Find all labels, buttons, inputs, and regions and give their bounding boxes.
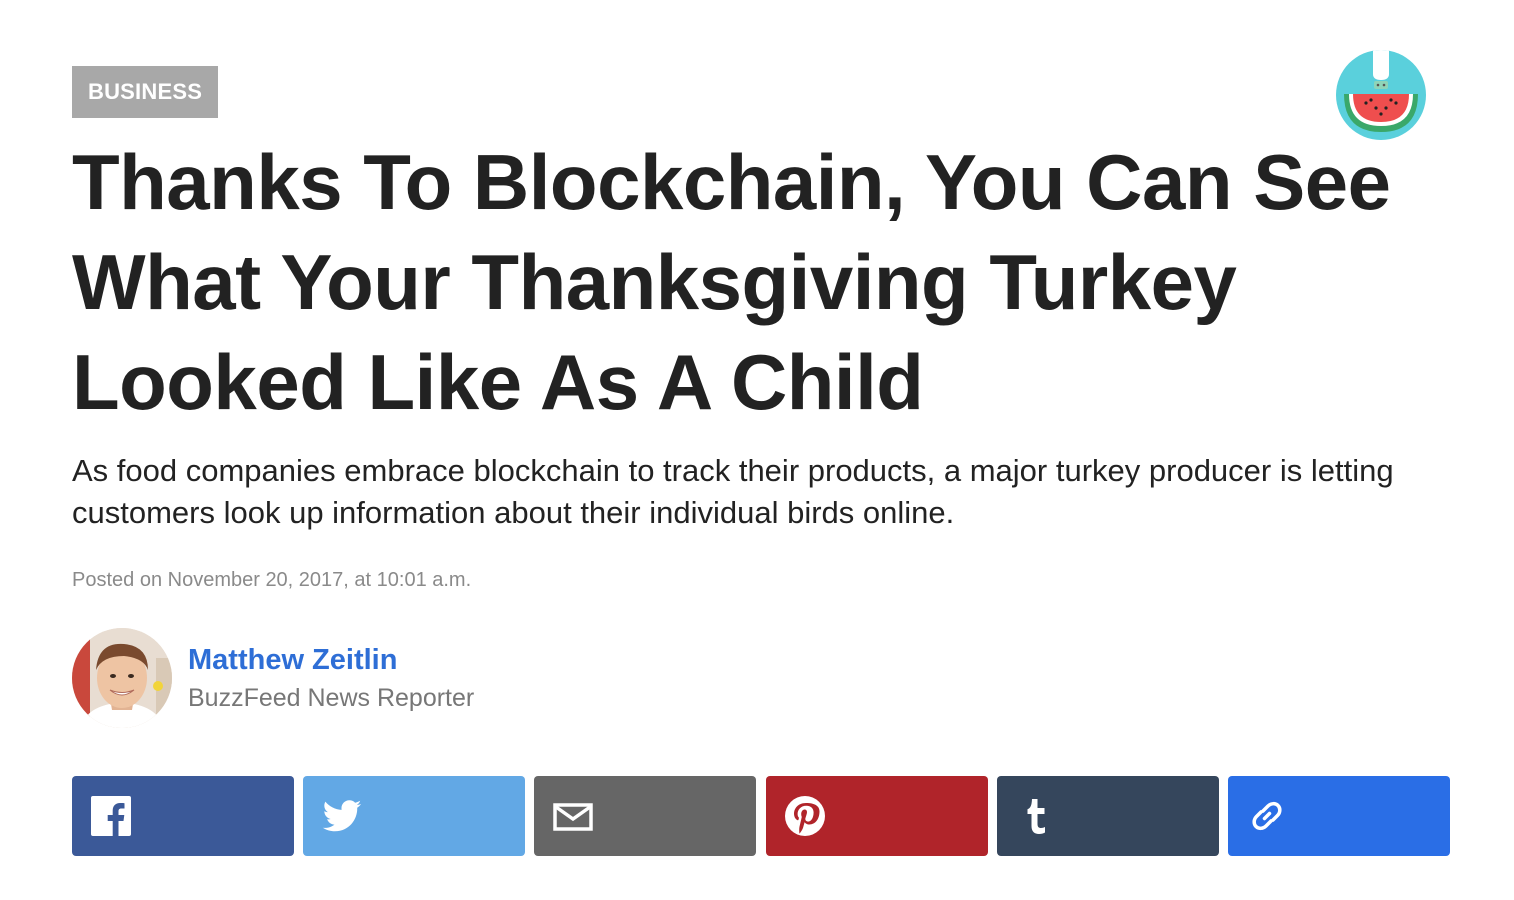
email-icon (553, 803, 594, 831)
tumblr-icon (1027, 799, 1045, 834)
share-copy-link-button[interactable] (1227, 776, 1450, 856)
watermelon-badge-icon[interactable] (1336, 50, 1426, 140)
byline: Matthew Zeitlin BuzzFeed News Reporter (72, 628, 474, 728)
twitter-icon (322, 800, 362, 832)
share-bar (72, 776, 1450, 856)
facebook-icon (91, 796, 131, 837)
post-timestamp: Posted on November 20, 2017, at 10:01 a.… (72, 569, 472, 591)
author-avatar[interactable] (72, 628, 172, 728)
author-title: BuzzFeed News Reporter (188, 684, 475, 712)
share-twitter-button[interactable] (303, 776, 526, 856)
article-dek: As food companies embrace blockchain to … (72, 453, 1394, 530)
author-info: Matthew Zeitlin BuzzFeed News Reporter (188, 640, 474, 716)
author-name-link[interactable]: Matthew Zeitlin (188, 640, 474, 680)
share-pinterest-button[interactable] (765, 776, 988, 856)
share-facebook-button[interactable] (72, 776, 294, 856)
pinterest-icon (784, 796, 825, 836)
category-badge[interactable]: BUSINESS (72, 66, 219, 118)
link-icon (1252, 801, 1282, 831)
share-email-button[interactable] (534, 776, 757, 856)
share-tumblr-button[interactable] (996, 776, 1219, 856)
article-header: BUSINESS Thanks To Blockchain, You Can S… (0, 0, 1514, 900)
article-headline: Thanks To Blockchain, You Can See What Y… (72, 138, 1391, 426)
